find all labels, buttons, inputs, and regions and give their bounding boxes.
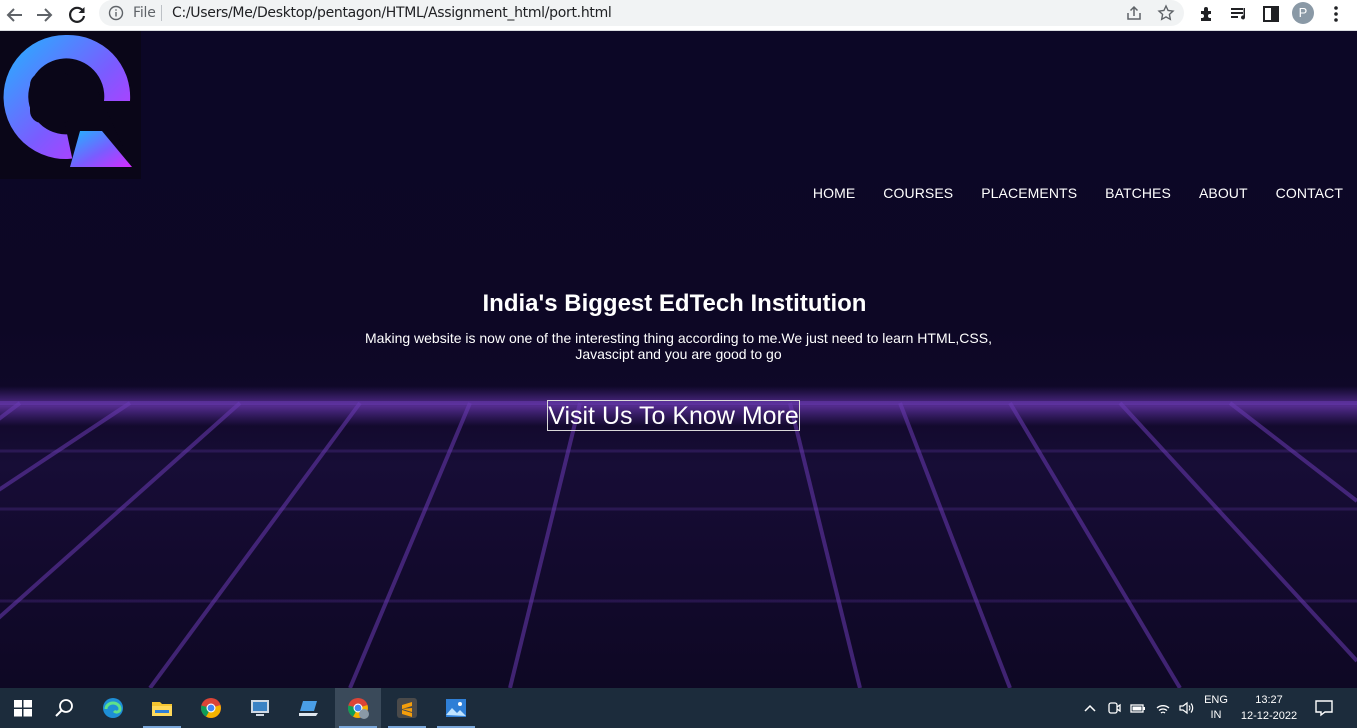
- nav-link-home[interactable]: HOME: [813, 185, 855, 201]
- nav-link-placements[interactable]: PLACEMENTS: [981, 185, 1077, 201]
- windows-taskbar: ENG IN 13:27 12-12-2022: [0, 688, 1357, 728]
- nav-link-about[interactable]: ABOUT: [1199, 185, 1248, 201]
- taskbar-photos[interactable]: [433, 688, 479, 728]
- clock-date: 12-12-2022: [1240, 710, 1298, 722]
- action-center-icon[interactable]: [1314, 698, 1334, 718]
- input-language-indicator[interactable]: ENG IN: [1204, 693, 1228, 723]
- reload-icon[interactable]: [65, 3, 89, 27]
- meet-now-icon[interactable]: [1106, 700, 1122, 716]
- omnibox-divider: [161, 5, 162, 21]
- taskbar-edge[interactable]: [90, 688, 136, 728]
- remote-desktop-icon: [251, 700, 269, 716]
- site-info-icon[interactable]: [108, 5, 124, 21]
- url-text[interactable]: C:/Users/Me/Desktop/pentagon/HTML/Assign…: [172, 5, 612, 21]
- volume-icon[interactable]: [1178, 700, 1194, 716]
- taskbar-chrome-profile[interactable]: [335, 688, 381, 728]
- chrome-icon: [200, 698, 221, 718]
- hero-title: India's Biggest EdTech Institution: [482, 290, 867, 317]
- sublime-text-icon: [397, 698, 417, 718]
- language-code: ENG: [1204, 694, 1228, 706]
- page-viewport: HOME COURSES PLACEMENTS BATCHES ABOUT CO…: [0, 31, 1357, 688]
- taskbar-chrome[interactable]: [188, 688, 234, 728]
- share-icon[interactable]: [1125, 4, 1143, 22]
- search-icon: [55, 699, 73, 717]
- media-control-icon[interactable]: [1228, 3, 1250, 25]
- hero-description: Making website is now one of the interes…: [365, 330, 992, 362]
- taskbar-search-button[interactable]: [41, 688, 87, 728]
- region-code: IN: [1210, 709, 1222, 721]
- profile-avatar[interactable]: P: [1292, 2, 1314, 24]
- show-hidden-icons-chevron-icon[interactable]: [1082, 700, 1098, 716]
- system-clock[interactable]: 13:27 12-12-2022: [1236, 692, 1302, 724]
- edge-icon: [103, 698, 123, 718]
- address-bar[interactable]: File C:/Users/Me/Desktop/pentagon/HTML/A…: [99, 0, 1184, 26]
- windows-start-icon: [14, 700, 32, 717]
- taskbar-laptop-app[interactable]: [286, 688, 332, 728]
- hero-section: India's Biggest EdTech Institution Makin…: [0, 290, 1357, 362]
- photos-icon: [446, 699, 466, 717]
- taskbar-file-explorer[interactable]: [139, 688, 185, 728]
- extensions-puzzle-icon[interactable]: [1196, 3, 1218, 25]
- main-navigation: HOME COURSES PLACEMENTS BATCHES ABOUT CO…: [813, 185, 1343, 201]
- browser-toolbar: File C:/Users/Me/Desktop/pentagon/HTML/A…: [0, 0, 1357, 31]
- nav-link-courses[interactable]: COURSES: [883, 185, 953, 201]
- taskbar-remote-desktop[interactable]: [237, 688, 283, 728]
- clock-time: 13:27: [1255, 694, 1283, 706]
- laptop-icon: [299, 701, 318, 716]
- nav-link-contact[interactable]: CONTACT: [1276, 185, 1343, 201]
- nav-link-batches[interactable]: BATCHES: [1105, 185, 1171, 201]
- wifi-icon[interactable]: [1155, 700, 1171, 716]
- side-panel-icon[interactable]: [1260, 3, 1282, 25]
- brand-logo[interactable]: [0, 31, 141, 179]
- bookmark-star-icon[interactable]: [1157, 4, 1175, 22]
- start-button[interactable]: [0, 688, 46, 728]
- taskbar-sublime-text[interactable]: [384, 688, 430, 728]
- back-arrow-icon[interactable]: [3, 3, 27, 27]
- scheme-label: File: [133, 5, 156, 21]
- kebab-menu-icon[interactable]: [1325, 3, 1347, 25]
- battery-icon[interactable]: [1130, 700, 1146, 716]
- file-explorer-icon: [152, 702, 172, 716]
- visit-us-button[interactable]: Visit Us To Know More: [547, 400, 800, 431]
- chrome-profile-icon: [347, 698, 369, 719]
- forward-arrow-icon[interactable]: [32, 3, 56, 27]
